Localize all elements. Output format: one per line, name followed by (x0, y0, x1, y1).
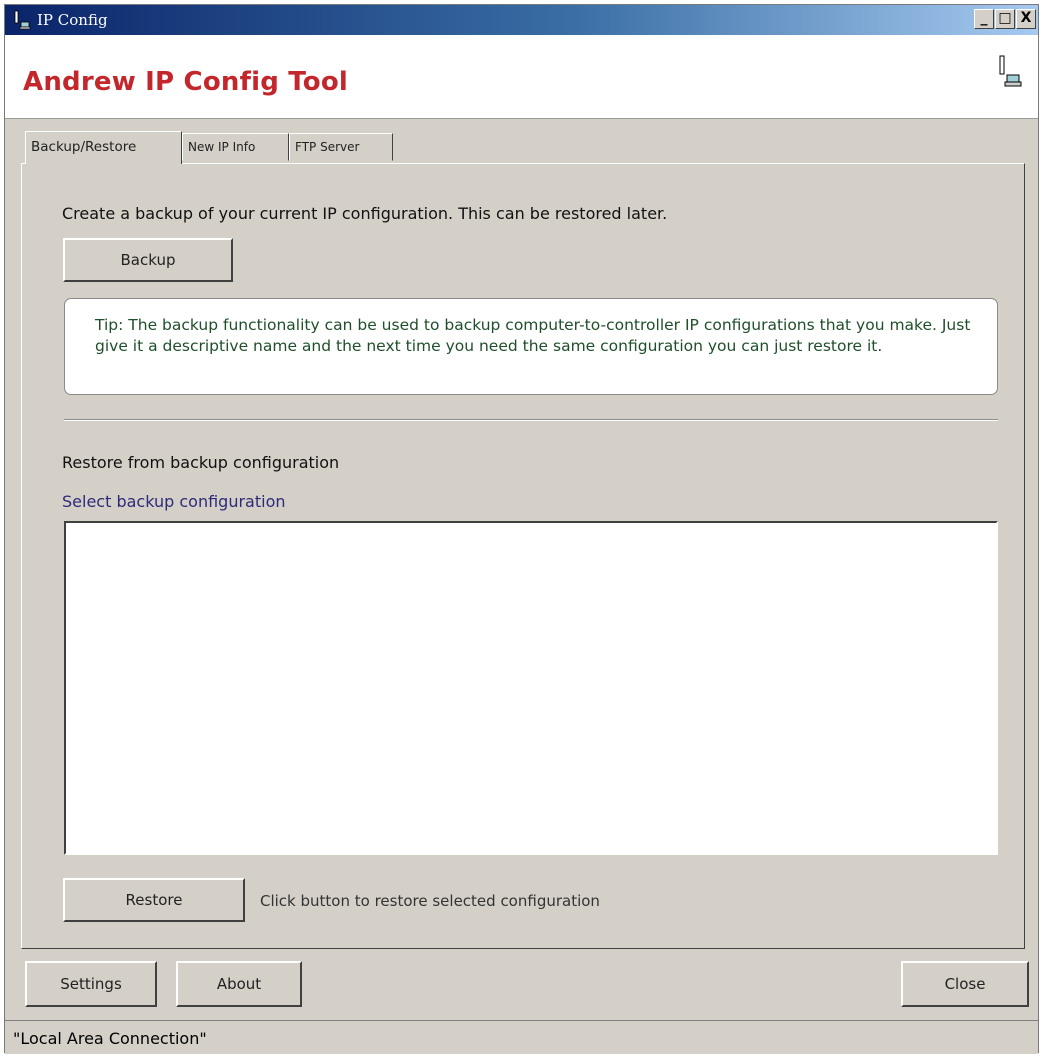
settings-button[interactable]: Settings (25, 961, 157, 1007)
close-window-button[interactable]: X (1016, 9, 1036, 29)
network-computer-icon (14, 10, 31, 30)
app-title: Andrew IP Config Tool (23, 67, 349, 97)
connection-status: "Local Area Connection" (13, 1029, 207, 1048)
backup-button[interactable]: Backup (63, 238, 233, 282)
tab-ftp-server[interactable]: FTP Server (289, 133, 393, 161)
restore-button[interactable]: Restore (63, 878, 245, 922)
close-button[interactable]: Close (901, 961, 1029, 1007)
select-backup-label: Select backup configuration (62, 492, 286, 511)
app-window: IP Config _ □ X Andrew IP Config Tool Ba… (4, 4, 1039, 1054)
tab-backup-restore[interactable]: Backup/Restore (25, 131, 182, 164)
window-title: IP Config (37, 11, 108, 29)
maximize-button[interactable]: □ (995, 9, 1015, 29)
section-divider (64, 419, 998, 421)
backup-description: Create a backup of your current IP confi… (62, 204, 668, 223)
tab-new-ip-info[interactable]: New IP Info (182, 133, 289, 161)
minimize-button[interactable]: _ (974, 9, 994, 29)
restore-heading: Restore from backup configuration (62, 453, 340, 472)
backup-config-list[interactable] (64, 521, 998, 855)
about-button[interactable]: About (176, 961, 302, 1007)
restore-hint: Click button to restore selected configu… (260, 892, 600, 910)
title-bar[interactable]: IP Config _ □ X (5, 5, 1038, 35)
app-header: Andrew IP Config Tool (5, 35, 1038, 119)
status-bar: "Local Area Connection" (5, 1020, 1038, 1054)
tip-text: Tip: The backup functionality can be use… (95, 316, 971, 355)
tip-box: Tip: The backup functionality can be use… (64, 298, 998, 395)
network-computer-icon (999, 55, 1022, 87)
backup-restore-panel: Create a backup of your current IP confi… (21, 163, 1025, 949)
